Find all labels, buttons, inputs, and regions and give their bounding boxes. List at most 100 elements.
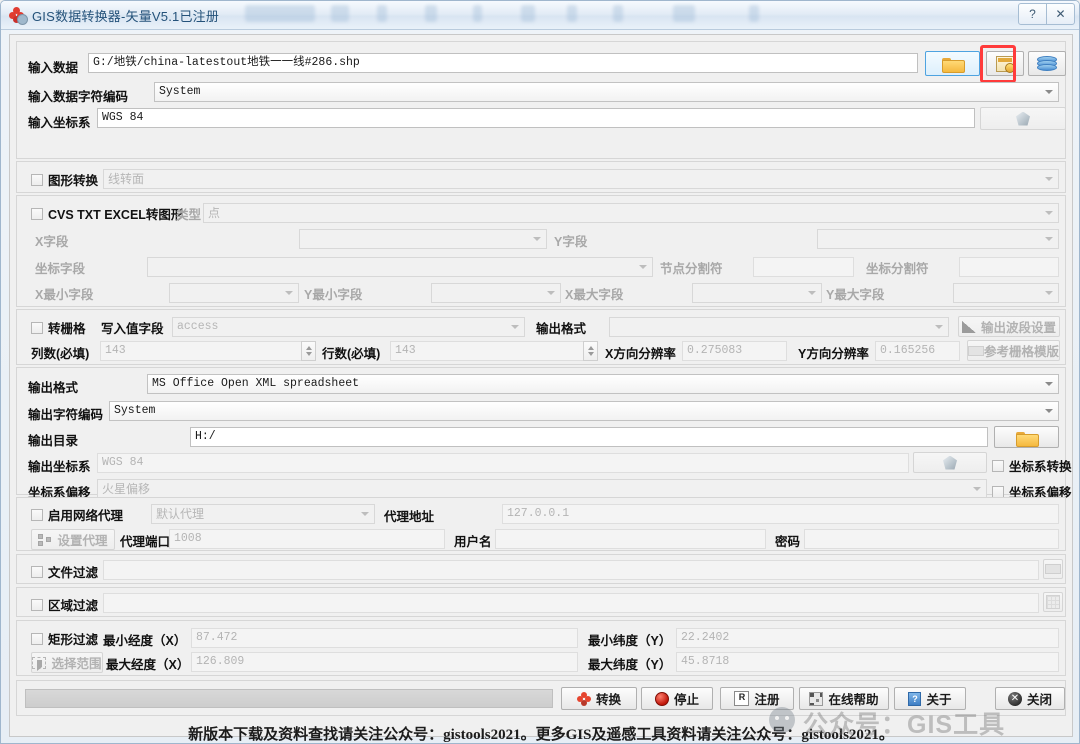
browse-spreadsheet-button[interactable] [986,51,1024,76]
min-lon-label: 最小经度（X） [103,634,187,648]
file-filter-checkbox[interactable]: 文件过滤 [31,562,98,581]
close-button[interactable]: ✕ 关闭 [995,687,1065,710]
input-data-field[interactable]: G:/地铁/china-latestout地铁一一线#286.shp [88,53,918,73]
cols-field[interactable]: 143 [100,341,307,361]
browse-database-button[interactable] [1028,51,1066,76]
folder-icon [968,345,984,357]
output-crs-field[interactable]: WGS 84 [97,453,909,473]
input-crs-label: 输入坐标系 [28,116,91,130]
min-lon-field[interactable]: 87.472 [191,628,578,648]
raster-format-combo[interactable] [609,317,949,337]
proxy-password-label: 密码 [775,535,801,549]
xmax-field-combo[interactable] [692,283,822,303]
chevron-down-icon [639,265,647,269]
max-lat-field[interactable]: 45.8718 [676,652,1059,672]
csv-convert-label: CVS TXT EXCEL转图形 [48,208,184,222]
shape-convert-checkbox[interactable]: 图形转换 [31,170,98,189]
ymin-field-combo[interactable] [431,283,561,303]
help-button[interactable]: ? [1018,3,1047,25]
coord-offset-value: 火星偏移 [102,482,151,496]
rows-field[interactable]: 143 [390,341,588,361]
checkbox-icon [992,485,1004,498]
proxy-user-field[interactable] [495,529,766,549]
close-window-button[interactable]: ✕ [1046,3,1075,25]
chevron-down-icon [1045,177,1053,181]
area-filter-checkbox[interactable]: 区域过滤 [31,595,98,614]
input-group: 输入数据 G:/地铁/china-latestout地铁一一线#286.shp … [16,41,1066,159]
output-crs-label: 输出坐标系 [28,460,91,474]
csv-type-value: 点 [208,206,221,220]
proxy-enable-checkbox[interactable]: 启用网络代理 [31,505,123,524]
select-range-button[interactable]: 选择范围 [31,652,103,673]
xres-field[interactable]: 0.275083 [682,341,787,361]
watermark-logo-icon [769,707,795,733]
browse-folder-button[interactable] [925,51,980,76]
application-window: GIS数据转换器-矢量V5.1已注册 ? ✕ 输入数据 G:/地铁/china-… [0,0,1080,744]
register-label: 注册 [754,693,780,707]
band-settings-button[interactable]: 输出波段设置 [958,316,1060,337]
y-field-combo[interactable] [817,229,1059,249]
node-sep-label: 节点分割符 [660,262,723,276]
min-lat-field[interactable]: 22.2402 [676,628,1059,648]
value-field-label: 写入值字段 [101,322,164,336]
coord-offset-combo[interactable]: 火星偏移 [97,479,987,499]
shape-convert-label: 图形转换 [48,174,99,188]
value-field-combo[interactable]: access [172,317,525,337]
input-crs-select-button[interactable] [980,107,1066,130]
stop-button[interactable]: 停止 [641,687,713,710]
globe-icon [1014,111,1032,127]
area-filter-field[interactable] [103,593,1039,613]
ymax-field-combo[interactable] [953,283,1059,303]
input-encoding-combo[interactable]: System [154,82,1059,102]
proxy-type-combo[interactable]: 默认代理 [151,504,375,524]
area-filter-browse-button[interactable] [1043,592,1063,612]
raster-checkbox[interactable]: 转栅格 [31,318,86,337]
coord-sep-field[interactable] [959,257,1059,277]
output-encoding-combo[interactable]: System [109,401,1059,421]
raster-template-button[interactable]: 参考栅格模版 [967,340,1060,361]
crs-transform-checkbox[interactable]: 坐标系转换 [992,456,1072,475]
proxy-settings-label: 设置代理 [57,534,108,548]
cols-stepper[interactable] [301,341,316,361]
output-format-combo[interactable]: MS Office Open XML spreadsheet [147,374,1059,394]
output-dir-field[interactable]: H:/ [190,427,988,447]
output-dir-browse-button[interactable] [994,426,1059,448]
coord-field-label: 坐标字段 [35,262,86,276]
shape-convert-combo[interactable]: 线转面 [103,169,1059,189]
csv-type-combo[interactable]: 点 [203,203,1059,223]
rect-filter-checkbox[interactable]: 矩形过滤 [31,629,98,648]
chevron-down-icon [547,291,555,295]
proxy-password-field[interactable] [804,529,1059,549]
max-lon-field[interactable]: 126.809 [191,652,578,672]
chevron-down-icon [1045,382,1053,386]
chevron-down-icon [285,291,293,295]
proxy-address-field[interactable]: 127.0.0.1 [502,504,1059,524]
stop-icon [654,691,669,706]
file-filter-browse-button[interactable] [1043,559,1063,579]
selection-icon [32,656,47,671]
raster-format-label: 输出格式 [536,322,587,336]
convert-button[interactable]: 转换 [561,687,637,710]
xmin-field-combo[interactable] [169,283,299,303]
chevron-down-icon [935,325,943,329]
proxy-port-field[interactable]: 1008 [169,529,445,549]
window-controls: ? ✕ [1018,3,1075,25]
file-filter-field[interactable] [103,560,1039,580]
raster-group: 转栅格 写入值字段 access 输出格式 输出波段设置 列数(必填) 143 … [16,309,1066,365]
coord-field-combo[interactable] [147,257,653,277]
output-dir-label: 输出目录 [28,434,79,448]
yres-field[interactable]: 0.165256 [875,341,960,361]
crs-transform-label: 坐标系转换 [1009,460,1072,474]
close-label: 关闭 [1026,693,1052,707]
max-lon-label: 最大经度（X） [106,658,190,672]
chevron-down-icon [1045,291,1053,295]
node-sep-field[interactable] [753,257,854,277]
proxy-settings-button[interactable]: 设置代理 [31,529,115,550]
x-field-combo[interactable] [299,229,547,249]
file-filter-group: 文件过滤 [16,554,1066,584]
csv-convert-checkbox[interactable]: CVS TXT EXCEL转图形 [31,204,183,223]
output-crs-select-button[interactable] [913,452,987,473]
rows-stepper[interactable] [583,341,598,361]
input-crs-field[interactable]: WGS 84 [97,108,975,128]
input-encoding-value: System [159,85,201,98]
